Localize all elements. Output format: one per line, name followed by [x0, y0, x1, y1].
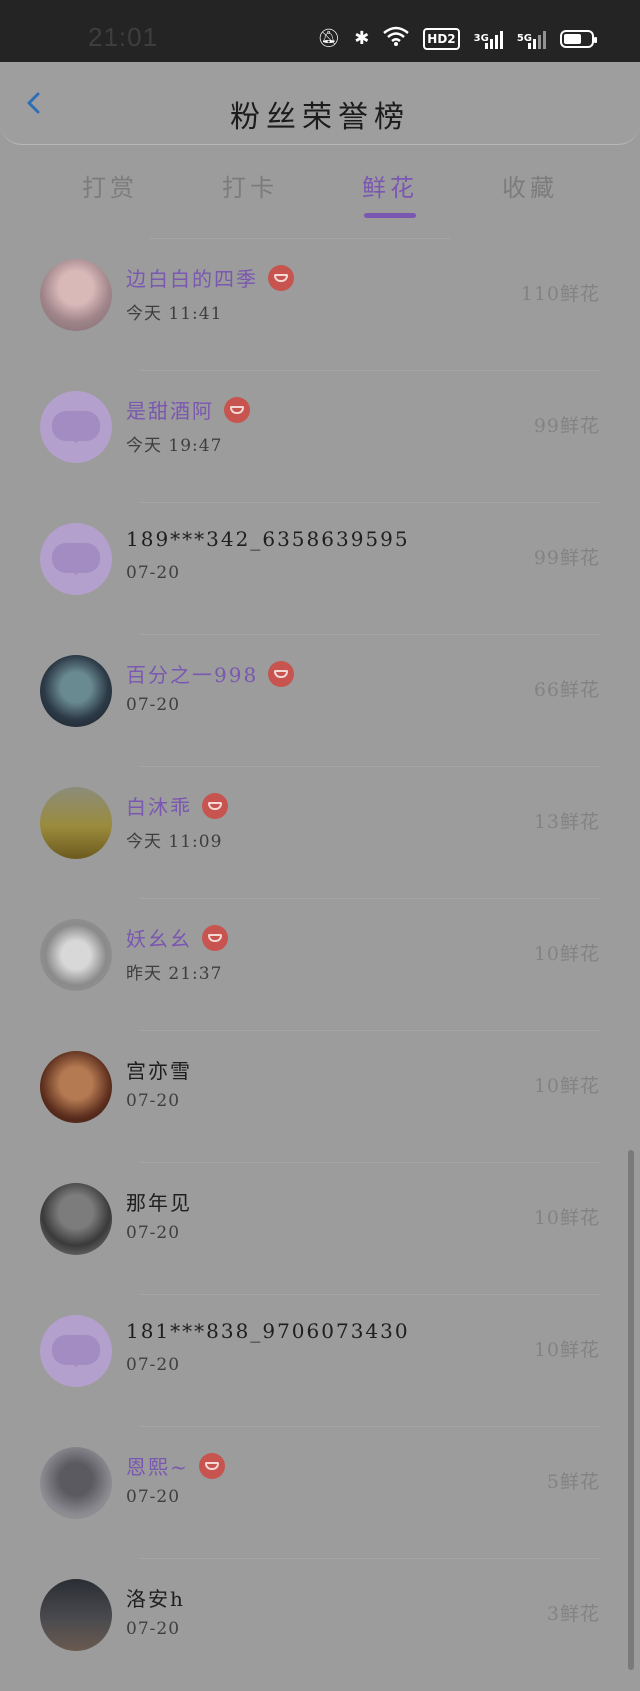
chat-bubble-icon: [52, 1335, 100, 1367]
list-item[interactable]: 189***342_6358639595 07-20 99鲜花: [0, 503, 640, 635]
avatar[interactable]: [40, 787, 112, 859]
fan-name: 189***342_6358639595: [126, 527, 410, 551]
fan-time: 今天 11:41: [126, 304, 223, 324]
fan-name-text: 恩熙~: [126, 1455, 189, 1479]
fan-name: 宫亦雪: [126, 1055, 192, 1084]
tab-favorites[interactable]: 收藏: [470, 168, 590, 203]
fan-time: 今天 11:09: [126, 832, 223, 852]
fan-ranking-list: 边白白的四季 今天 11:41 110鲜花 是甜酒阿 今天 19:47 99鲜花…: [0, 239, 640, 1691]
fan-name-text: 妖幺幺: [126, 927, 192, 951]
tab-checkin-label: 打卡: [222, 174, 278, 202]
status-bar: 21:01 🔕︎ ✱ HD2 3G 5G: [0, 0, 640, 62]
flower-count: 10鲜花: [533, 1207, 600, 1229]
avatar[interactable]: [40, 1051, 112, 1123]
avatar[interactable]: [40, 1183, 112, 1255]
flower-count: 99鲜花: [533, 547, 600, 569]
fan-time: 07-20: [126, 1223, 181, 1243]
list-item[interactable]: 边白白的四季 今天 11:41 110鲜花: [0, 239, 640, 371]
fan-time: 07-20: [126, 1487, 181, 1507]
list-item[interactable]: 妖幺幺 昨天 21:37 10鲜花: [0, 899, 640, 1031]
fan-time: 07-20: [126, 1091, 181, 1111]
diamond-vip-icon: [224, 396, 250, 423]
diamond-vip-icon: [268, 264, 294, 291]
fan-name-text: 189***342_6358639595: [126, 527, 410, 551]
fan-name: 妖幺幺: [126, 923, 228, 952]
fan-time: 07-20: [126, 563, 181, 583]
tab-checkin[interactable]: 打卡: [190, 168, 310, 203]
battery-icon: [560, 29, 597, 48]
fan-name-text: 百分之一998: [126, 663, 259, 687]
diamond-vip-icon: [202, 792, 228, 819]
page-title: 粉丝荣誉榜: [230, 100, 410, 135]
avatar[interactable]: [40, 919, 112, 991]
fan-name: 181***838_9706073430: [126, 1319, 410, 1343]
list-item[interactable]: 白沐乖 今天 11:09 13鲜花: [0, 767, 640, 899]
fan-name-text: 边白白的四季: [126, 267, 258, 291]
fan-time: 昨天 21:37: [126, 964, 223, 984]
fan-name-text: 那年见: [126, 1191, 192, 1215]
clock: 21:01: [88, 22, 159, 52]
default-avatar[interactable]: [40, 523, 112, 595]
flower-count: 110鲜花: [520, 283, 600, 305]
flower-count: 10鲜花: [533, 1339, 600, 1361]
diamond-vip-icon: [268, 660, 295, 687]
tab-tip-label: 打赏: [82, 174, 138, 202]
fan-time: 今天 19:47: [126, 436, 223, 456]
fan-name: 边白白的四季: [126, 263, 294, 292]
flower-count: 13鲜花: [533, 811, 600, 833]
fan-name-text: 181***838_9706073430: [126, 1319, 410, 1343]
flower-count: 10鲜花: [533, 1075, 600, 1097]
fan-name: 白沐乖: [126, 791, 228, 820]
flower-count: 66鲜花: [533, 679, 600, 701]
fan-name-text: 洛安h: [126, 1587, 185, 1611]
hd-icon: HD2: [423, 27, 460, 50]
default-avatar[interactable]: [40, 391, 112, 463]
tab-tip[interactable]: 打赏: [50, 168, 170, 203]
fan-time: 07-20: [126, 1355, 181, 1375]
fan-name: 洛安h: [126, 1583, 185, 1612]
diamond-vip-icon: [198, 1452, 225, 1479]
avatar[interactable]: [40, 1447, 112, 1519]
scrollbar[interactable]: [628, 1150, 634, 1670]
tab-flowers[interactable]: 鲜花: [330, 168, 450, 218]
fan-time: 07-20: [126, 695, 181, 715]
tab-bar: 打赏 打卡 鲜花 收藏: [0, 164, 640, 218]
flower-count: 10鲜花: [533, 943, 600, 965]
list-item[interactable]: 那年见 07-20 10鲜花: [0, 1163, 640, 1295]
default-avatar[interactable]: [40, 1315, 112, 1387]
flower-count: 99鲜花: [533, 415, 600, 437]
tab-flowers-label: 鲜花: [362, 174, 418, 202]
list-item[interactable]: 是甜酒阿 今天 19:47 99鲜花: [0, 371, 640, 503]
active-tab-indicator: [364, 213, 416, 218]
list-item[interactable]: 181***838_9706073430 07-20 10鲜花: [0, 1295, 640, 1427]
avatar[interactable]: [40, 259, 112, 331]
list-item[interactable]: 宫亦雪 07-20 10鲜花: [0, 1031, 640, 1163]
wifi-icon: [383, 26, 410, 51]
fan-name-text: 白沐乖: [126, 795, 192, 819]
tab-favorites-label: 收藏: [502, 174, 558, 202]
mute-bell-icon: 🔕︎: [317, 27, 341, 49]
diamond-vip-icon: [202, 924, 228, 951]
fan-name-text: 宫亦雪: [126, 1059, 192, 1083]
flower-count: 3鲜花: [546, 1603, 600, 1625]
signal-3g-icon: 3G: [474, 29, 503, 49]
avatar[interactable]: [40, 655, 112, 727]
fan-name: 那年见: [126, 1187, 192, 1216]
list-item[interactable]: 百分之一998 07-20 66鲜花: [0, 635, 640, 767]
fan-name: 百分之一998: [126, 659, 295, 688]
flower-count: 5鲜花: [546, 1471, 600, 1493]
signal-5g-icon: 5G: [517, 29, 546, 49]
list-item[interactable]: 恩熙~ 07-20 5鲜花: [0, 1427, 640, 1559]
list-item[interactable]: 洛安h 07-20 3鲜花: [0, 1559, 640, 1691]
fan-name: 恩熙~: [126, 1451, 225, 1480]
bluetooth-icon: ✱: [354, 27, 370, 49]
app-header: 粉丝荣誉榜: [0, 62, 640, 145]
fan-name: 是甜酒阿: [126, 395, 250, 424]
fan-time: 07-20: [126, 1619, 181, 1639]
chat-bubble-icon: [52, 411, 100, 443]
chat-bubble-icon: [52, 543, 100, 575]
fan-name-text: 是甜酒阿: [126, 399, 214, 423]
avatar[interactable]: [40, 1579, 112, 1651]
